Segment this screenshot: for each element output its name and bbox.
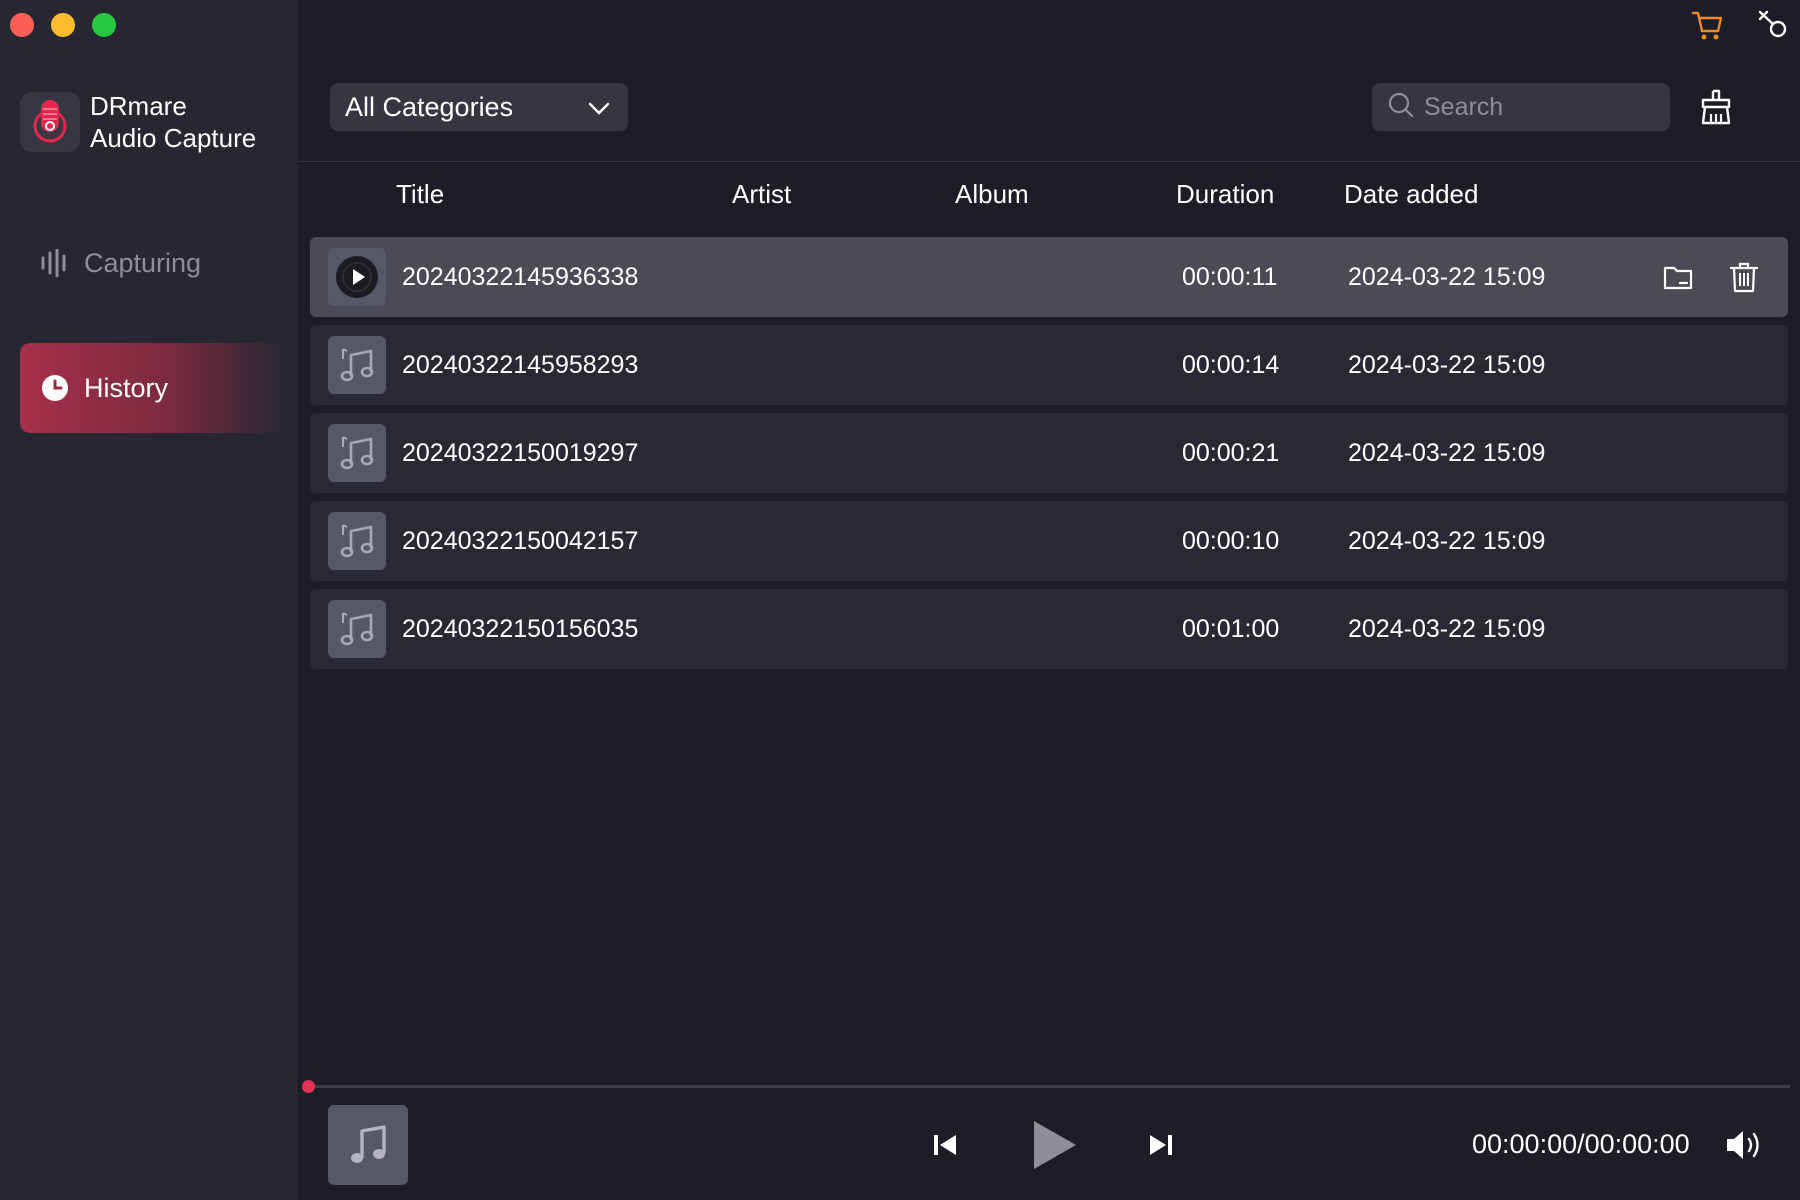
playback-progress-bar[interactable] [308,1085,1790,1088]
window-controls [10,13,116,37]
now-playing-artwork [328,1105,408,1185]
search-input[interactable] [1424,92,1664,122]
skip-next-icon[interactable] [1144,1125,1176,1165]
main-panel: All Categories Title Artist Album Du [298,0,1800,1200]
chevron-down-icon [588,92,610,123]
sidebar-item-label: Capturing [84,247,202,278]
column-header-title[interactable]: Title [396,179,444,210]
app-name-line1: DRmare [90,91,187,121]
row-date-added: 2024-03-22 15:09 [1348,351,1546,379]
row-title: 20240322150156035 [402,615,639,643]
sidebar-item-history[interactable]: History [20,343,288,433]
music-note-icon [328,600,386,658]
volume-icon[interactable] [1724,1127,1764,1163]
toolbar-divider [298,161,1800,162]
column-header-date-added[interactable]: Date added [1344,179,1478,210]
table-row[interactable]: 20240322145958293 00:00:14 2024-03-22 15… [310,325,1788,405]
cart-icon[interactable] [1691,8,1725,42]
row-duration: 00:00:14 [1182,351,1280,379]
music-note-icon [351,1125,386,1163]
pin-icon[interactable] [1756,8,1790,42]
playback-progress-handle[interactable] [302,1080,315,1093]
row-title: 20240322145936338 [402,263,639,291]
table-row[interactable]: 20240322150019297 00:00:21 2024-03-22 15… [310,413,1788,493]
folder-icon[interactable] [1662,261,1694,293]
play-icon[interactable] [1026,1115,1082,1175]
column-header-album[interactable]: Album [955,179,1029,210]
row-duration: 00:00:11 [1182,263,1278,291]
app-name-line2: Audio Capture [90,123,257,153]
row-title: 20240322145958293 [402,351,639,379]
row-duration: 00:00:21 [1182,439,1280,467]
playback-time: 00:00:00/00:00:00 [1472,1129,1690,1159]
skip-previous-icon[interactable] [930,1125,962,1165]
music-note-icon [328,424,386,482]
trash-icon[interactable] [1728,261,1760,293]
category-select[interactable]: All Categories [330,83,628,131]
history-list: 20240322145936338 00:00:11 2024-03-22 15… [310,237,1788,677]
close-window-button[interactable] [10,13,34,37]
app-brand: DRmare Audio Capture [20,90,256,154]
clean-icon[interactable] [1698,88,1734,126]
music-note-icon [328,512,386,570]
table-row[interactable]: 20240322150156035 00:01:00 2024-03-22 15… [310,589,1788,669]
clock-icon [38,371,72,405]
search-icon [1388,92,1414,123]
sidebar-item-capturing[interactable]: Capturing [20,218,288,308]
zoom-window-button[interactable] [92,13,116,37]
row-date-added: 2024-03-22 15:09 [1348,527,1546,555]
table-header: Title Artist Album Duration Date added [298,175,1800,215]
column-header-artist[interactable]: Artist [732,179,791,210]
sidebar: DRmare Audio Capture Capturing History [0,0,298,1200]
row-duration: 00:01:00 [1182,615,1280,643]
row-title: 20240322150019297 [402,439,639,467]
row-duration: 00:00:10 [1182,527,1280,555]
minimize-window-button[interactable] [51,13,75,37]
row-play-button[interactable] [328,248,386,306]
microphone-logo-icon [20,92,80,152]
row-date-added: 2024-03-22 15:09 [1348,263,1546,291]
waveform-icon [38,246,72,280]
music-note-icon [328,336,386,394]
sidebar-item-label: History [84,372,169,403]
table-row[interactable]: 20240322150042157 00:00:10 2024-03-22 15… [310,501,1788,581]
row-title: 20240322150042157 [402,527,639,555]
table-row[interactable]: 20240322145936338 00:00:11 2024-03-22 15… [310,237,1788,317]
column-header-duration[interactable]: Duration [1176,179,1274,210]
row-date-added: 2024-03-22 15:09 [1348,439,1546,467]
category-selected-value: All Categories [345,91,514,122]
row-date-added: 2024-03-22 15:09 [1348,615,1546,643]
search-box[interactable] [1372,83,1670,131]
